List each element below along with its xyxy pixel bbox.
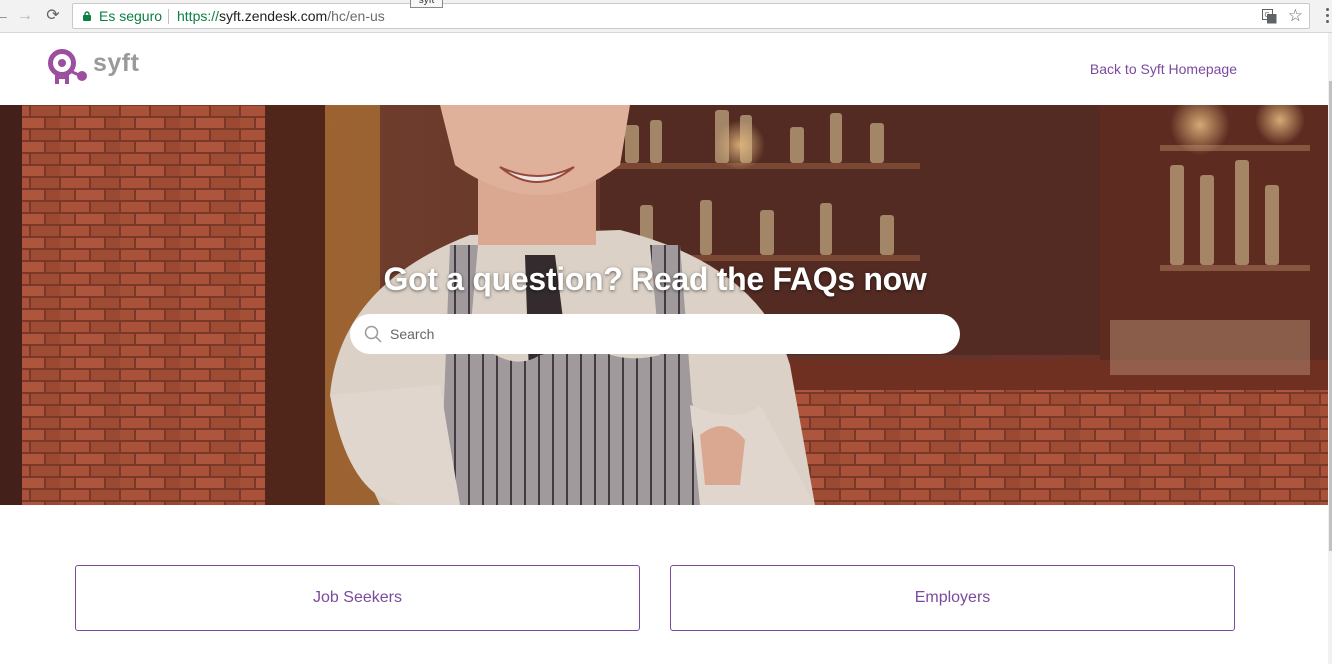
- menu-icon[interactable]: [1326, 8, 1330, 24]
- url-path: /hc/en-us: [327, 8, 385, 24]
- url-text[interactable]: https://syft.zendesk.com/hc/en-us: [177, 4, 385, 28]
- browser-toolbar: ← → ⟳ Es seguro https://syft.zendesk.com…: [0, 0, 1332, 33]
- translate-icon[interactable]: G: [1262, 9, 1277, 24]
- star-icon[interactable]: ☆: [1288, 4, 1303, 28]
- forward-arrow-icon[interactable]: →: [15, 6, 35, 26]
- syft-logo-icon: [48, 49, 87, 84]
- page-scrollbar[interactable]: [1328, 33, 1332, 664]
- category-job-seekers[interactable]: Job Seekers: [75, 565, 640, 631]
- hero-banner: Got a question? Read the FAQs now: [0, 105, 1328, 505]
- logo-text: syft: [93, 49, 140, 77]
- search-input[interactable]: [390, 314, 940, 354]
- search-icon: [364, 325, 382, 343]
- back-to-homepage-link[interactable]: Back to Syft Homepage: [1090, 61, 1237, 77]
- hero-background-image: [0, 105, 1328, 505]
- url-scheme: https://: [177, 8, 220, 24]
- address-bar[interactable]: Es seguro https://syft.zendesk.com/hc/en…: [72, 3, 1310, 29]
- url-host: syft.zendesk.com: [219, 8, 328, 24]
- search-box[interactable]: [350, 314, 960, 354]
- category-employers[interactable]: Employers: [670, 565, 1235, 631]
- back-arrow-icon[interactable]: ←: [0, 6, 12, 26]
- svg-text:G: G: [1265, 12, 1270, 19]
- tab-tooltip: syft: [410, 0, 443, 8]
- secure-label: Es seguro: [99, 8, 163, 24]
- address-separator: [168, 9, 169, 24]
- reload-icon[interactable]: ⟳: [43, 6, 63, 26]
- lock-icon: [83, 11, 91, 21]
- site-header: syft Back to Syft Homepage: [0, 34, 1328, 105]
- hero-title: Got a question? Read the FAQs now: [383, 261, 927, 297]
